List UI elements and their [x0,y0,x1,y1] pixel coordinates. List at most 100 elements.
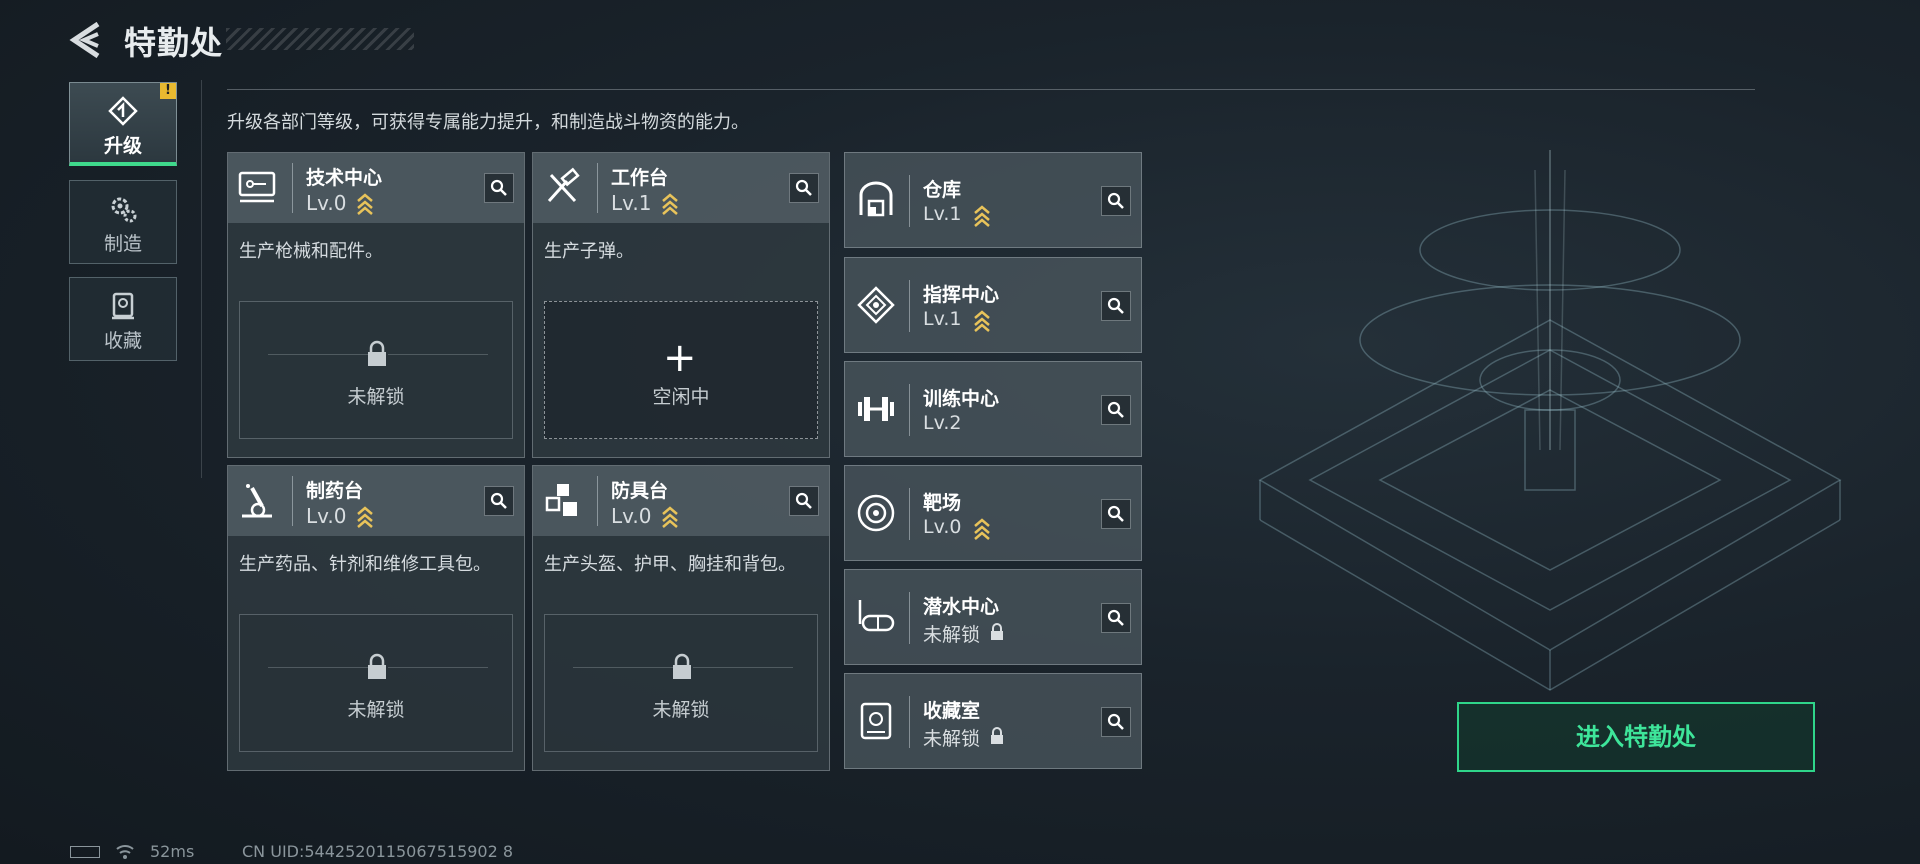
command-chip-icon [857,286,895,324]
facility-card-collection-room[interactable]: 收藏室 未解锁 [844,673,1142,769]
search-button[interactable] [1101,186,1131,216]
search-icon [1107,401,1124,418]
facility-card-shooting-range[interactable]: 靶场 Lv.0 [844,465,1142,561]
search-icon [490,179,507,196]
upgrade-chevron-icon [662,193,678,215]
card-header: 制药台 Lv.0 [228,466,524,536]
search-icon [1107,192,1124,209]
facility-card-pharmacy[interactable]: 制药台 Lv.0 生产药品、针剂和维修工具包。 未解锁 [227,465,525,771]
facility-name: 防具台 [611,480,669,502]
slot-line [573,667,673,668]
nav-tab-upgrade[interactable]: ! 升级 [69,82,177,166]
lock-icon [368,340,386,366]
header-divider [292,476,293,526]
nav-divider [201,80,202,478]
header-divider [909,488,910,540]
facility-card-armor[interactable]: 防具台 Lv.0 生产头盔、护甲、胸挂和背包。 未解锁 [532,465,830,771]
slot-line [388,667,488,668]
facility-name: 仓库 [923,179,962,201]
nav-tab-craft[interactable]: 制造 [69,180,177,264]
search-button[interactable] [789,486,819,516]
lock-icon [991,623,1003,640]
upgrade-chevron-icon [974,518,990,540]
warehouse-icon [859,181,893,217]
armor-cubes-icon [545,484,577,516]
back-arrow-icon[interactable] [68,20,104,60]
facility-card-training-center[interactable]: 训练中心 Lv.2 [844,361,1142,457]
facility-level: Lv.0 [306,504,347,528]
lock-icon [991,727,1003,744]
production-slot-idle[interactable]: + 空闲中 [544,301,818,439]
vault-icon [860,702,892,740]
search-button[interactable] [1101,395,1131,425]
slot-line [268,354,368,355]
header-divider [909,175,910,227]
search-icon [490,492,507,509]
header-divider [597,163,598,213]
production-slot: 未解锁 [544,614,818,752]
facility-name: 技术中心 [306,167,383,189]
facility-level: Lv.1 [923,308,962,330]
card-header: 技术中心 Lv.0 [228,153,524,223]
search-icon [1107,505,1124,522]
production-slot: 未解锁 [239,301,513,439]
slot-status: 未解锁 [347,699,405,721]
diving-mask-icon [858,600,895,632]
search-button[interactable] [1101,707,1131,737]
facility-description: 生产药品、针剂和维修工具包。 [239,554,491,575]
ping-text: 52ms [150,842,195,861]
enter-special-ops-button[interactable]: 进入特勤处 [1457,702,1815,772]
search-button[interactable] [789,173,819,203]
facility-level: Lv.0 [306,191,347,215]
nav-label: 收藏 [103,330,142,352]
plus-icon: + [663,335,697,381]
header-divider [292,163,293,213]
slot-line [388,354,488,355]
header-divider [909,696,910,748]
slot-status: 空闲中 [652,386,710,408]
facility-name: 指挥中心 [923,284,1000,306]
battery-icon [70,846,100,858]
facility-name: 训练中心 [923,388,1000,410]
facility-name: 工作台 [611,167,669,189]
facility-card-command-center[interactable]: 指挥中心 Lv.1 [844,257,1142,353]
facility-card-workbench[interactable]: 工作台 Lv.1 生产子弹。 + 空闲中 [532,152,830,458]
title-decoration [226,28,414,50]
microscope-icon [242,484,272,518]
facility-level: Lv.0 [923,516,962,538]
facility-level: Lv.1 [611,191,652,215]
facility-level: Lv.2 [923,412,962,434]
facility-description: 生产子弹。 [544,241,634,262]
facility-description: 生产头盔、护甲、胸挂和背包。 [544,554,796,575]
upgrade-icon [108,96,138,126]
top-divider [227,89,1755,90]
production-slot: 未解锁 [239,614,513,752]
search-button[interactable] [1101,603,1131,633]
search-icon [795,492,812,509]
search-icon [1107,297,1124,314]
search-button[interactable] [484,173,514,203]
gears-icon [111,197,137,223]
facility-card-tech-center[interactable]: 技术中心 Lv.0 生产枪械和配件。 未解锁 [227,152,525,458]
notification-badge: ! [160,83,176,99]
page-title: 特勤处 [124,24,224,62]
slot-line [268,667,368,668]
wifi-icon [116,845,134,859]
search-button[interactable] [484,486,514,516]
trophy-icon [112,292,134,320]
uid-text: CN UID:5442520115067515902 8 [242,842,514,861]
facility-card-diving-center[interactable]: 潜水中心 未解锁 [844,569,1142,665]
search-icon [795,179,812,196]
facility-card-warehouse[interactable]: 仓库 Lv.1 [844,152,1142,248]
nav-tab-collection[interactable]: 收藏 [69,277,177,361]
header-divider [909,280,910,332]
search-button[interactable] [1101,291,1131,321]
header-divider [909,384,910,436]
search-button[interactable] [1101,499,1131,529]
facility-level: Lv.0 [611,504,652,528]
slot-status: 未解锁 [652,699,710,721]
page-description: 升级各部门等级，可获得专属能力提升，和制造战斗物资的能力。 [227,112,749,133]
computer-icon [238,171,276,203]
target-icon [857,494,895,532]
facility-level: Lv.1 [923,203,962,225]
